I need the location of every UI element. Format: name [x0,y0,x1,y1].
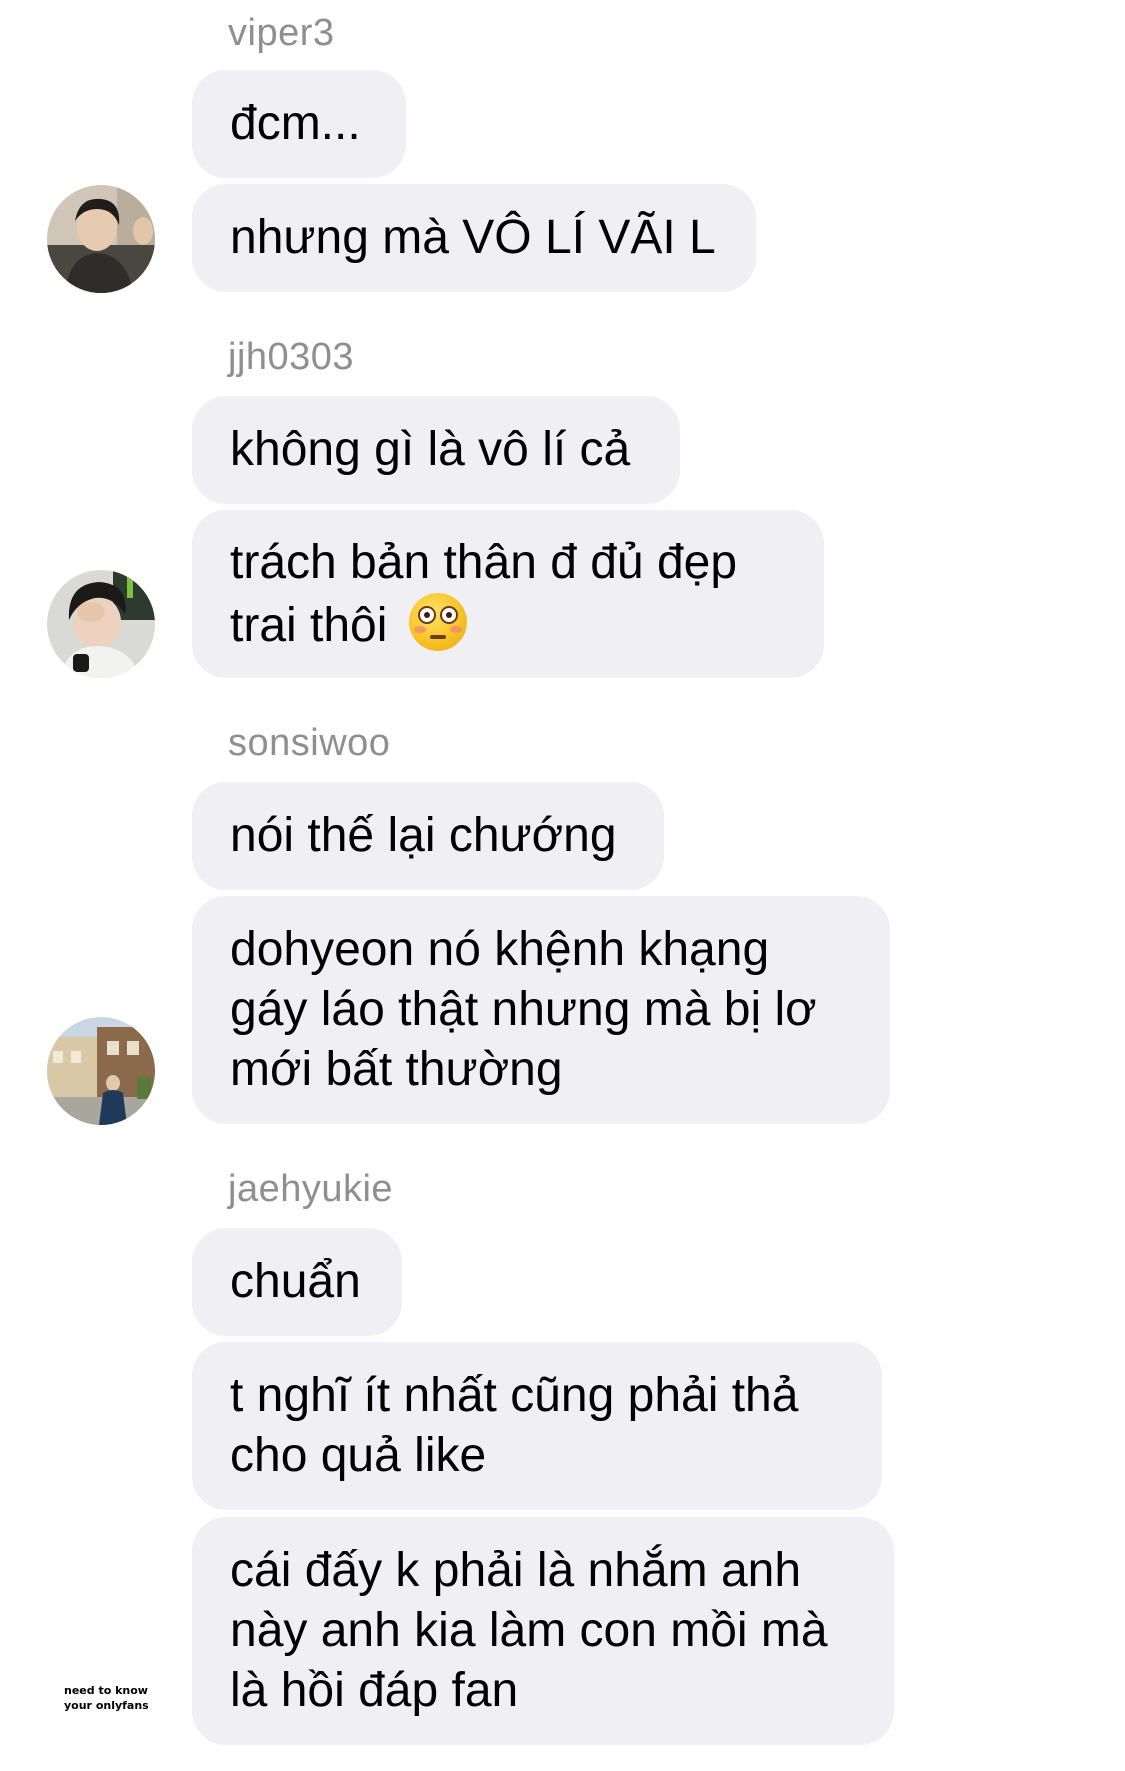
message-bubble[interactable]: chuẩn [192,1228,402,1336]
message-text: nói thế lại chướng [230,809,617,862]
message-text: t nghĩ ít nhất cũng phải thả [230,1369,799,1422]
message-text: chuẩn [230,1255,361,1308]
message-text: cho quả like [230,1429,487,1482]
message-text-line: trai thôi [230,592,737,656]
message-bubble[interactable]: đcm... [192,70,406,178]
message-bubble[interactable]: dohyeon nó khệnh khạng gáy láo thật nhưn… [192,896,890,1124]
message-bubble[interactable]: t nghĩ ít nhất cũng phải thả cho quả lik… [192,1342,882,1510]
message-bubble[interactable]: nhưng mà VÔ LÍ VÃI L [192,184,756,292]
sender-name: sonsiwoo [228,722,391,764]
watermark-line: need to know [64,1684,148,1697]
sender-name: jjh0303 [228,336,355,378]
message-text: trai thôi [230,598,388,652]
message-bubble[interactable]: cái đấy k phải là nhắm anh này anh kia l… [192,1517,894,1745]
message-text: nhưng mà VÔ LÍ VÃI L [230,211,716,264]
sender-name: jaehyukie [228,1168,394,1210]
user-avatar-photo-icon[interactable] [47,185,155,293]
message-text: trách bản thân đ đủ đẹp [230,535,738,589]
message-bubble[interactable]: trách bản thân đ đủ đẹp trai thôi [192,510,824,678]
message-bubble[interactable]: không gì là vô lí cả [192,396,680,504]
message-text: cái đấy k phải là nhắm anh [230,1544,802,1597]
message-bubble[interactable]: nói thế lại chướng [192,782,664,890]
message-text: này anh kia làm con mồi mà [230,1604,828,1657]
flushed-face-emoji-icon [408,592,467,651]
user-avatar-photo-icon[interactable] [47,1017,155,1125]
message-text: là hồi đáp fan [230,1664,519,1717]
message-text: đcm... [230,97,361,150]
watermark-text: need to know your onlyfans [64,1683,149,1713]
sender-name: viper3 [228,12,335,54]
message-text: dohyeon nó khệnh khạng [230,923,770,976]
message-text: không gì là vô lí cả [230,423,631,476]
message-text: gáy láo thật nhưng mà bị lơ [230,983,817,1036]
user-avatar-photo-icon[interactable] [47,570,155,678]
watermark-line: your onlyfans [64,1699,149,1712]
message-text: mới bất thường [230,1043,563,1096]
